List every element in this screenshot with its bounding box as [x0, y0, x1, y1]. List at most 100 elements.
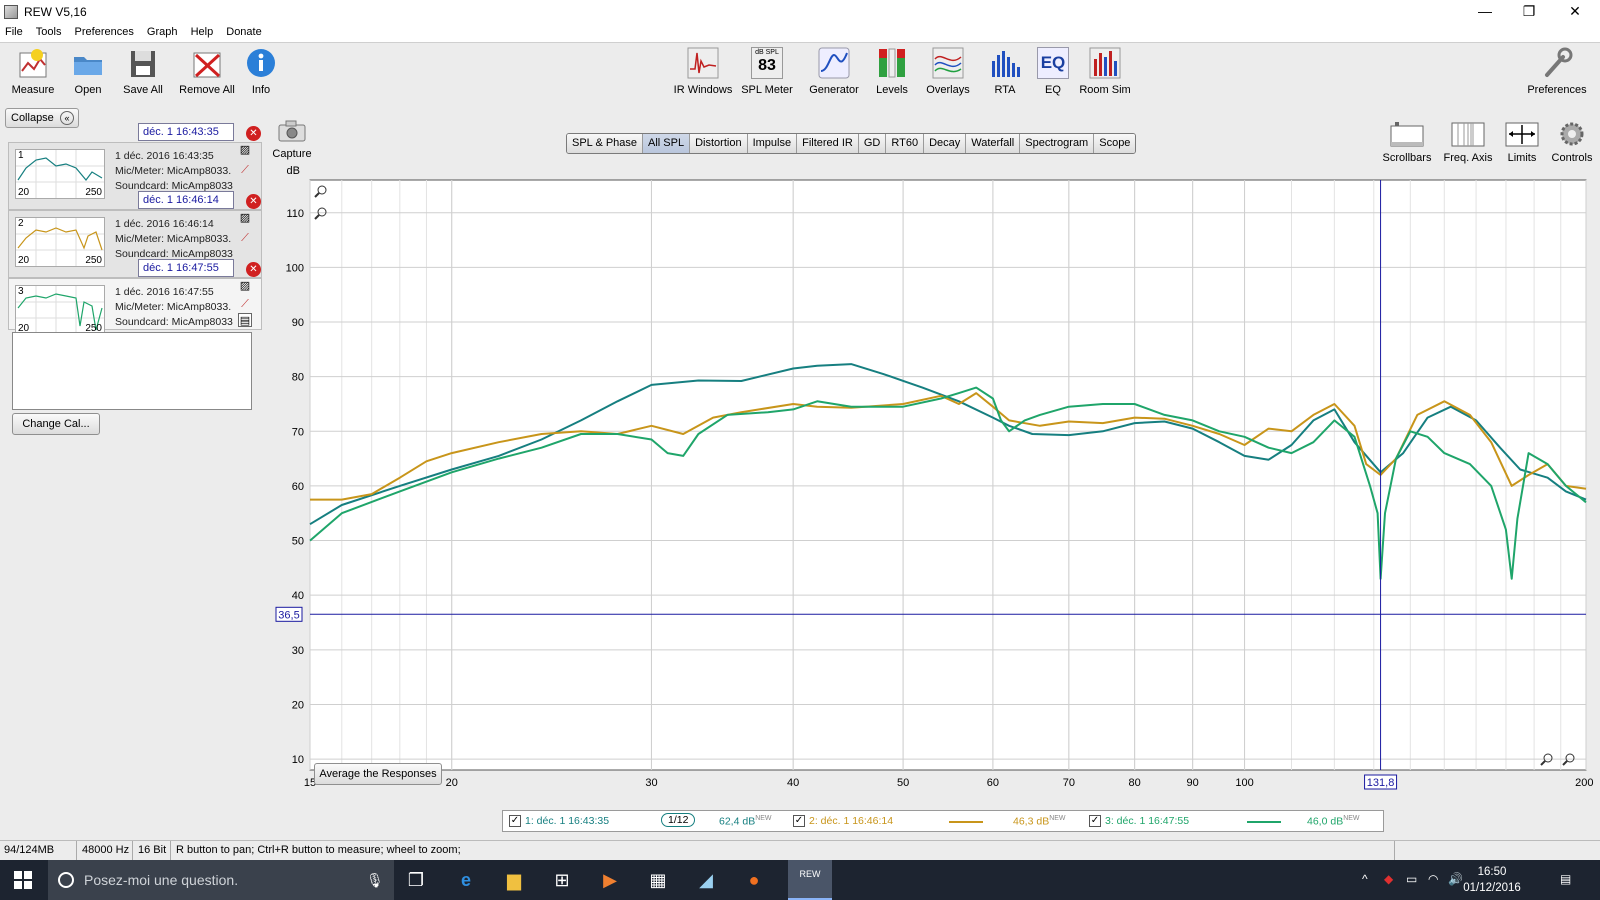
measurement-item-3[interactable]: déc. 1 16:47:55 ✕ 3 20 250 1 déc. 2016 1… [8, 259, 262, 335]
minimize-button[interactable]: — [1462, 0, 1508, 24]
info-button[interactable]: Info [244, 47, 278, 96]
x-tick-label: 90 [1187, 777, 1199, 789]
maximize-button[interactable]: ❐ [1506, 0, 1552, 24]
measurement-props-icon[interactable]: ▨ [238, 211, 252, 225]
tab-rt60[interactable]: RT60 [886, 134, 925, 153]
menu-donate[interactable]: Donate [221, 24, 266, 40]
taskbar-clock[interactable]: 16:50 01/12/2016 [1462, 864, 1522, 896]
measurement-name-field[interactable]: déc. 1 16:47:55 [138, 259, 234, 277]
folder-icon [72, 47, 104, 79]
measurement-name-field[interactable]: déc. 1 16:46:14 [138, 191, 234, 209]
measure-button[interactable]: Measure [8, 47, 58, 96]
microphone-icon[interactable]: 🎙 [366, 872, 384, 889]
spl-graph[interactable]: 10 20 30 40 50 60 70 80 90 100 110 15 20 30 40 50 60 70 80… [270, 164, 1596, 816]
menu-file[interactable]: File [0, 24, 28, 40]
levels-button[interactable]: Levels [872, 47, 912, 96]
snipping-tool-icon[interactable]: ◢ [692, 866, 720, 894]
legend-checkbox-2[interactable]: ✓ [793, 815, 805, 827]
measurement-props-icon[interactable]: ▨ [238, 279, 252, 293]
tab-decay[interactable]: Decay [924, 134, 967, 153]
calculator-icon[interactable]: ▦ [644, 866, 672, 894]
legend-level-1: 62,4 dBNEW [719, 815, 772, 828]
cortana-icon [58, 872, 74, 888]
edit-icon[interactable]: ⟋ [238, 163, 252, 177]
menu-graph[interactable]: Graph [142, 24, 183, 40]
smoothing-indicator[interactable]: 1/12 [661, 813, 696, 827]
limits-button[interactable]: Limits [1502, 120, 1542, 164]
menu-tools[interactable]: Tools [31, 24, 67, 40]
tab-spectrogram[interactable]: Spectrogram [1020, 134, 1095, 153]
overlays-button[interactable]: Overlays [924, 47, 972, 96]
legend-checkbox-1[interactable]: ✓ [509, 815, 521, 827]
measurement-thumbnail: 3 20 250 [15, 285, 105, 335]
edit-icon[interactable]: ⟋ [238, 231, 252, 245]
rta-icon [989, 47, 1021, 79]
cursor-x-label: 131,8 [1367, 777, 1395, 789]
legend-checkbox-3[interactable]: ✓ [1089, 815, 1101, 827]
close-window-button[interactable]: ✕ [1552, 0, 1598, 24]
double-chevron-left-icon: « [60, 111, 74, 125]
search-placeholder: Posez-moi une question. [84, 872, 239, 888]
wifi-icon[interactable]: ◠ [1428, 872, 1438, 886]
controls-button[interactable]: Controls [1548, 120, 1596, 164]
delete-measurement-icon[interactable]: ✕ [246, 262, 261, 277]
notes-icon[interactable]: ▤ [238, 313, 252, 327]
ir-windows-button[interactable]: IR Windows [672, 47, 734, 96]
firefox-icon[interactable]: ● [740, 866, 768, 894]
open-button[interactable]: Open [66, 47, 110, 96]
tab-all-spl[interactable]: All SPL [643, 134, 691, 153]
tab-distortion[interactable]: Distortion [690, 134, 748, 153]
tab-filtered-ir[interactable]: Filtered IR [797, 134, 859, 153]
measurement-notes-area[interactable] [12, 332, 252, 410]
menu-help[interactable]: Help [186, 24, 219, 40]
delete-measurement-icon[interactable]: ✕ [246, 126, 261, 141]
media-player-icon[interactable]: ▶ [596, 866, 624, 894]
tab-scope[interactable]: Scope [1094, 134, 1136, 153]
windows-start-icon[interactable] [8, 870, 38, 890]
freq-axis-button[interactable]: Freq. Axis [1440, 120, 1496, 164]
tab-spl-phase[interactable]: SPL & Phase [567, 134, 644, 153]
change-cal-button[interactable]: Change Cal... [12, 413, 100, 435]
tray-app-icon[interactable]: ◆ [1384, 872, 1393, 886]
rew-taskbar-icon[interactable]: REW [788, 860, 832, 900]
tab-gd[interactable]: GD [858, 134, 887, 153]
preferences-button[interactable]: Preferences [1524, 47, 1590, 96]
tray-battery-icon[interactable]: ▭ [1406, 872, 1417, 886]
menu-preferences[interactable]: Preferences [70, 24, 139, 40]
save-all-button[interactable]: Save All [118, 47, 168, 96]
average-responses-button[interactable]: Average the Responses [314, 763, 442, 785]
tray-chevron-icon[interactable]: ^ [1362, 872, 1368, 886]
cursor-y-label: 36,5 [278, 609, 299, 621]
y-tick-label: 80 [292, 372, 304, 384]
taskbar-search[interactable]: Posez-moi une question. 🎙 [48, 860, 394, 900]
legend-label-1: 1: déc. 1 16:43:35 [525, 815, 610, 827]
remove-all-button[interactable]: Remove All [176, 47, 238, 96]
tab-impulse[interactable]: Impulse [747, 134, 798, 153]
sample-rate-status: 48000 Hz [82, 844, 130, 856]
file-explorer-icon[interactable]: ▆ [500, 866, 528, 894]
x-tick-label: 80 [1128, 777, 1140, 789]
gear-icon [1554, 120, 1590, 148]
collapse-button[interactable]: Collapse « [5, 108, 79, 128]
room-sim-button[interactable]: Room Sim [1078, 47, 1132, 96]
eq-button[interactable]: EQ EQ [1036, 47, 1070, 96]
store-icon[interactable]: ⊞ [548, 866, 576, 894]
task-view-icon[interactable]: ❐ [402, 866, 430, 894]
spl-chart[interactable]: 10203040506070809010011015 20 30 40 50 60 70 80… [270, 164, 1596, 816]
rta-button[interactable]: RTA [988, 47, 1022, 96]
measurement-name-field[interactable]: déc. 1 16:43:35 [138, 123, 234, 141]
spl-meter-button[interactable]: dB SPL 83 SPL Meter [740, 47, 794, 96]
measurement-props-icon[interactable]: ▨ [238, 143, 252, 157]
notifications-icon[interactable]: ▤ [1560, 872, 1571, 886]
scrollbars-button[interactable]: Scrollbars [1378, 120, 1436, 164]
generator-button[interactable]: Generator [806, 47, 862, 96]
x-tick-label: 60 [987, 777, 999, 789]
edit-icon[interactable]: ⟋ [238, 297, 252, 311]
volume-icon[interactable]: 🔊 [1448, 872, 1463, 886]
tab-waterfall[interactable]: Waterfall [966, 134, 1021, 153]
delete-measurement-icon[interactable]: ✕ [246, 194, 261, 209]
capture-button[interactable]: Capture [270, 120, 314, 160]
edge-icon[interactable]: e [452, 866, 480, 894]
freq-axis-icon [1450, 120, 1486, 148]
title-bar: REW V5,16 — ❐ ✕ [0, 0, 1600, 24]
